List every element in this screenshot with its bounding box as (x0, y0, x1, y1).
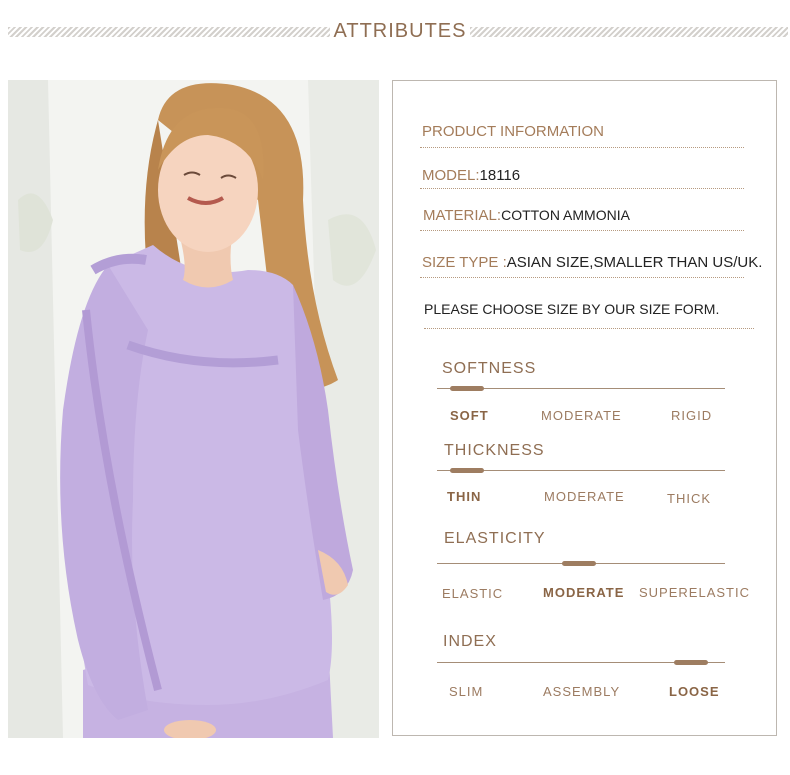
size-note: PLEASE CHOOSE SIZE BY OUR SIZE FORM. (424, 301, 720, 317)
header-stripe-right (470, 27, 788, 37)
size-type-label: SIZE TYPE : (422, 254, 507, 271)
index-option-slim: SLIM (449, 684, 484, 699)
thickness-title: THICKNESS (444, 442, 545, 459)
softness-indicator (450, 386, 484, 391)
index-indicator (674, 660, 708, 665)
section-title: ATTRIBUTES (333, 20, 467, 42)
material-label: MATERIAL: (423, 207, 502, 224)
index-option-loose: LOOSE (669, 684, 720, 699)
size-type-row: SIZE TYPE :ASIAN SIZE,SMALLER THAN US/UK… (422, 254, 762, 271)
product-info-heading: PRODUCT INFORMATION (422, 123, 604, 140)
divider (420, 188, 744, 190)
softness-title: SOFTNESS (442, 360, 537, 377)
softness-option-moderate: MODERATE (541, 408, 622, 423)
thickness-indicator (450, 468, 484, 473)
divider (420, 230, 744, 232)
divider (420, 277, 744, 279)
model-label: MODEL: (422, 167, 480, 184)
elasticity-option-elastic: ELASTIC (442, 586, 504, 601)
index-title: INDEX (443, 633, 497, 650)
header-stripe-left (8, 27, 330, 37)
model-row: MODEL:18116 (422, 167, 520, 184)
thickness-option-thin: THIN (447, 489, 482, 504)
size-type-value: ASIAN SIZE,SMALLER THAN US/UK. (506, 254, 763, 271)
elasticity-indicator (562, 561, 596, 566)
elasticity-title: ELASTICITY (444, 530, 546, 547)
model-value: 18116 (479, 167, 521, 184)
index-option-assembly: ASSEMBLY (543, 684, 621, 699)
thickness-option-thick: THICK (667, 491, 711, 506)
material-row: MATERIAL:COTTON AMMONIA (423, 207, 630, 224)
material-value: COTTON AMMONIA (501, 207, 630, 223)
elasticity-option-superelastic: SUPERELASTIC (639, 585, 750, 600)
product-photo (8, 80, 379, 738)
divider (420, 147, 744, 149)
softness-option-soft: SOFT (450, 408, 489, 423)
elasticity-option-moderate: MODERATE (543, 585, 625, 600)
thickness-option-moderate: MODERATE (544, 489, 625, 504)
divider (424, 328, 754, 330)
softness-option-rigid: RIGID (671, 408, 713, 423)
